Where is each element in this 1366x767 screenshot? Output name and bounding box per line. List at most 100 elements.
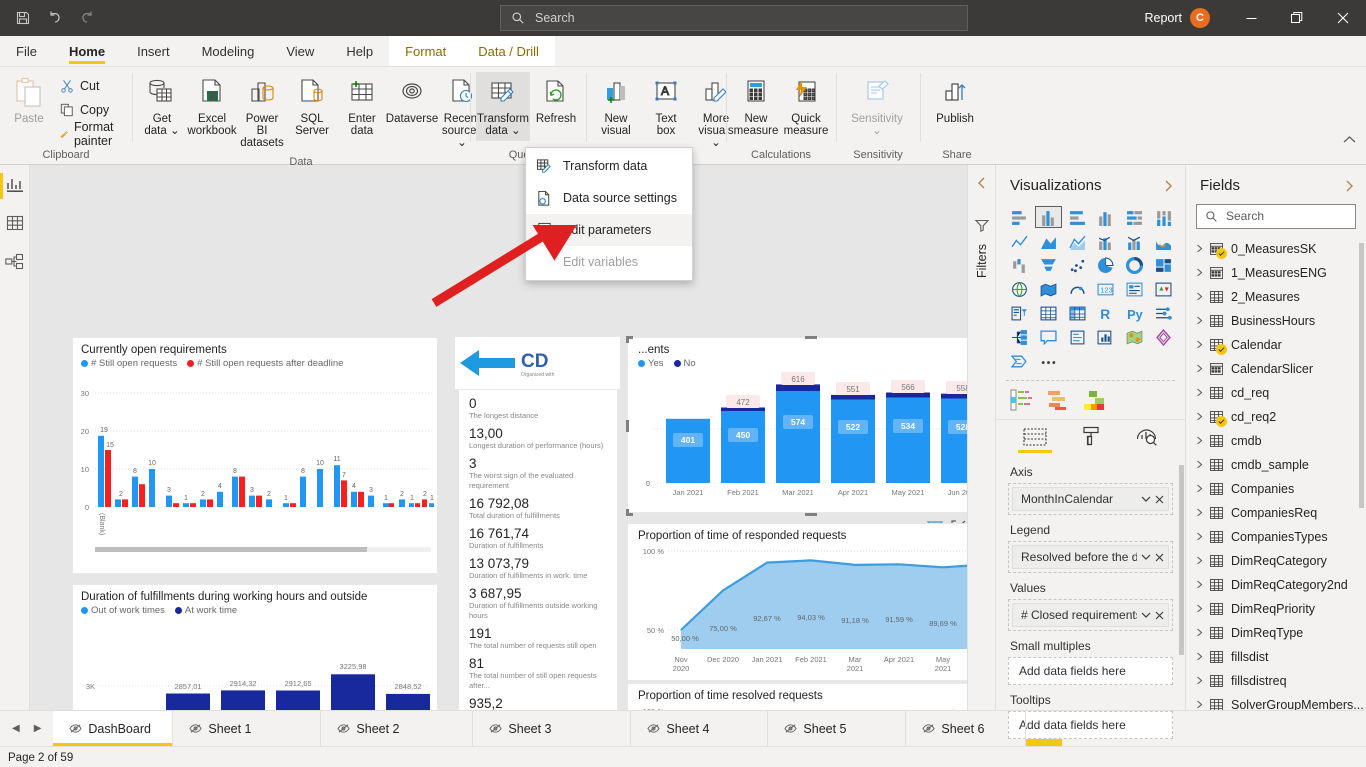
- copy-button[interactable]: Copy: [54, 99, 126, 121]
- visual-proportion-responded[interactable]: Proportion of time of responded requests…: [627, 523, 967, 681]
- save-icon[interactable]: [14, 9, 32, 27]
- field-table-row[interactable]: fillsdist: [1186, 645, 1366, 669]
- chevron-right-icon[interactable]: [1196, 628, 1204, 637]
- viz-type-line-clustered-column-chart-icon[interactable]: [1121, 230, 1148, 252]
- transform-data-button[interactable]: Transform data ⌄: [476, 72, 530, 141]
- chevron-right-icon[interactable]: [1196, 340, 1204, 349]
- well-axis[interactable]: MonthInCalendar: [1008, 483, 1173, 515]
- menu-item-edit-parameters[interactable]: Edit parameters: [526, 214, 692, 246]
- viz-type-matrix-icon[interactable]: [1064, 302, 1091, 324]
- field-table-row[interactable]: cmdb_sample: [1186, 453, 1366, 477]
- chevron-right-icon[interactable]: [1196, 604, 1204, 613]
- filters-pane-collapsed[interactable]: Filters: [967, 165, 995, 710]
- menu-tab-format[interactable]: Format: [389, 36, 462, 66]
- viz-type-100-stacked-column-chart-icon[interactable]: [1150, 206, 1177, 228]
- field-table-row[interactable]: Companies: [1186, 477, 1366, 501]
- viz-type-power-automate-icon[interactable]: [1006, 350, 1033, 372]
- well-values[interactable]: # Closed requirements: [1008, 599, 1173, 631]
- well-tooltips[interactable]: Add data fields here: [1008, 711, 1173, 739]
- visualization-type-grid[interactable]: 123RPy: [996, 204, 1185, 378]
- page-tab-sheet-2[interactable]: Sheet 2: [321, 711, 473, 746]
- get-data-button[interactable]: Get data ⌄: [138, 72, 186, 141]
- viz-type-line-stacked-column-chart-icon[interactable]: [1093, 230, 1120, 252]
- viz-type-donut-chart-icon[interactable]: [1121, 254, 1148, 276]
- chevron-down-icon[interactable]: [1141, 612, 1151, 619]
- viz-type-key-influencers-icon[interactable]: [1150, 302, 1177, 324]
- menu-item-data-source-settings[interactable]: Data source settings: [526, 182, 692, 214]
- chevron-right-icon[interactable]: [1196, 460, 1204, 469]
- enter-data-button[interactable]: Enter data: [338, 72, 386, 141]
- field-chip-axis[interactable]: MonthInCalendar: [1012, 487, 1169, 511]
- field-table-row[interactable]: fillsdistreq: [1186, 669, 1366, 693]
- field-table-row[interactable]: CompaniesReq: [1186, 501, 1366, 525]
- new-measure-button[interactable]: New measure: [732, 72, 780, 141]
- visual-kpi-multirow-card[interactable]: 0The longest distance13,00Longest durati…: [458, 389, 618, 710]
- transform-data-dropdown[interactable]: Transform data Data source settings Edit…: [525, 147, 693, 281]
- format-painter-button[interactable]: Format painter: [54, 123, 126, 145]
- remove-field-icon[interactable]: [1155, 495, 1164, 504]
- viz-type-waterfall-chart-icon[interactable]: [1006, 254, 1033, 276]
- excel-workbook-button[interactable]: X Excel workbook: [188, 72, 236, 141]
- field-table-row[interactable]: cd_req: [1186, 381, 1366, 405]
- chevron-right-icon[interactable]: [1196, 412, 1204, 421]
- menu-item-transform-data[interactable]: Transform data: [526, 150, 692, 182]
- fields-list[interactable]: 0_MeasuresSK1_MeasuresENG2_MeasuresBusin…: [1186, 237, 1366, 710]
- prev-page-button[interactable]: ◀: [12, 723, 20, 734]
- viz-type-area-chart-icon[interactable]: [1035, 230, 1062, 252]
- analytics-tab[interactable]: [1130, 426, 1164, 453]
- field-table-row[interactable]: DimReqType: [1186, 621, 1366, 645]
- sidebar-item-data-view[interactable]: [6, 215, 24, 231]
- viz-type-azure-map-icon[interactable]: [1121, 326, 1148, 348]
- viz-type-clustered-bar-chart-icon[interactable]: [1064, 206, 1091, 228]
- undo-icon[interactable]: [46, 9, 64, 27]
- menu-tab-data-drill[interactable]: Data / Drill: [462, 36, 555, 66]
- chevron-down-icon[interactable]: [1141, 554, 1151, 561]
- field-chip-legend[interactable]: Resolved before the dea: [1012, 545, 1169, 569]
- avatar[interactable]: C: [1190, 8, 1210, 28]
- next-page-button[interactable]: ▶: [34, 723, 42, 734]
- refresh-button[interactable]: Refresh: [532, 72, 580, 129]
- visual-currently-open-requirements[interactable]: Currently open requirements # Still open…: [72, 337, 438, 574]
- page-tab-sheet-4[interactable]: Sheet 4: [631, 711, 768, 746]
- viz-wells-scrollbar[interactable]: [1179, 465, 1184, 655]
- field-table-row[interactable]: DimReqCategory: [1186, 549, 1366, 573]
- field-table-row[interactable]: Calendar: [1186, 333, 1366, 357]
- fields-scrollbar[interactable]: [1359, 243, 1364, 508]
- minimize-button[interactable]: [1228, 0, 1274, 36]
- fields-tab[interactable]: [1018, 428, 1052, 453]
- chevron-right-icon[interactable]: [1344, 180, 1354, 192]
- chevron-right-icon[interactable]: [1196, 556, 1204, 565]
- viz-type-stacked-area-chart-icon[interactable]: [1064, 230, 1091, 252]
- cut-button[interactable]: Cut: [54, 75, 126, 97]
- well-small-multiples[interactable]: Add data fields here: [1008, 657, 1173, 685]
- page-tab-sheet-5[interactable]: Sheet 5: [768, 711, 906, 746]
- viz-type-funnel-chart-icon[interactable]: [1035, 254, 1062, 276]
- field-table-row[interactable]: BusinessHours: [1186, 309, 1366, 333]
- chevron-right-icon[interactable]: [1196, 652, 1204, 661]
- menu-tab-help[interactable]: Help: [330, 36, 389, 66]
- visual-proportion-resolved[interactable]: Proportion of time resolved requests 100…: [627, 683, 967, 710]
- field-table-row[interactable]: cmdb: [1186, 429, 1366, 453]
- chevron-right-icon[interactable]: [1196, 364, 1204, 373]
- remove-field-icon[interactable]: [1155, 553, 1164, 562]
- field-table-row[interactable]: 0_MeasuresSK: [1186, 237, 1366, 261]
- ribbon-collapse-icon[interactable]: [1343, 135, 1356, 144]
- format-tab[interactable]: [1074, 426, 1108, 453]
- viz-type-card-icon[interactable]: 123: [1093, 278, 1120, 300]
- viz-type-clustered-column-chart-icon[interactable]: [1093, 206, 1120, 228]
- chevron-right-icon[interactable]: [1196, 244, 1204, 253]
- field-table-row[interactable]: DimReqPriority: [1186, 597, 1366, 621]
- quick-measure-button[interactable]: Quick measure: [782, 72, 830, 141]
- menu-tab-home[interactable]: Home: [53, 36, 121, 66]
- chevron-right-icon[interactable]: [1163, 180, 1173, 192]
- viz-type-q-and-a-icon[interactable]: [1035, 326, 1062, 348]
- report-canvas[interactable]: Currently open requirements # Still open…: [30, 165, 967, 710]
- viz-type-kpi-icon[interactable]: [1150, 278, 1177, 300]
- page-tab-sheet-3[interactable]: Sheet 3: [473, 711, 631, 746]
- field-table-row[interactable]: 1_MeasuresENG: [1186, 261, 1366, 285]
- chevron-right-icon[interactable]: [1196, 316, 1204, 325]
- custom-visual-1-icon[interactable]: [1010, 389, 1034, 411]
- chevron-right-icon[interactable]: [1196, 700, 1204, 709]
- viz-type-multi-row-card-icon[interactable]: [1121, 278, 1148, 300]
- field-table-row[interactable]: CalendarSlicer: [1186, 357, 1366, 381]
